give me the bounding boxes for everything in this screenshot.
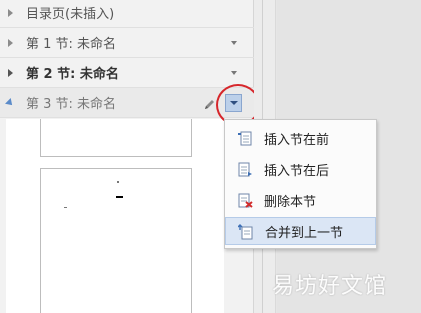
- thumbnail-mark: [117, 181, 119, 183]
- chevron-down-icon[interactable]: [230, 69, 238, 77]
- nav-row-label: 第 3 节: 未命名: [26, 97, 117, 112]
- thumbnail-mark: [116, 196, 123, 198]
- menu-item-insert-before[interactable]: 插入节在前: [225, 124, 376, 152]
- menu-item-merge-previous[interactable]: 合并到上一节: [225, 217, 376, 245]
- nav-row-label: 第 2 节: 未命名: [26, 67, 119, 82]
- delete-section-icon: [237, 192, 253, 208]
- page-thumbnail[interactable]: [40, 119, 192, 157]
- nav-row-label: 目录页(未插入): [26, 7, 115, 22]
- nav-row-section-1[interactable]: 第 1 节: 未命名: [0, 28, 254, 58]
- merge-previous-icon: [237, 224, 254, 240]
- insert-section-before-icon: [237, 130, 253, 146]
- page-thumbnail[interactable]: [40, 168, 192, 313]
- collapse-arrow-icon[interactable]: [5, 97, 15, 108]
- menu-item-label: 插入节在前: [264, 132, 330, 148]
- menu-item-label: 删除本节: [264, 194, 317, 210]
- section-context-menu: 插入节在前 插入节在后 删除本节 合并到上一节: [224, 119, 377, 249]
- expand-arrow-icon[interactable]: [6, 8, 14, 17]
- menu-item-label: 插入节在后: [264, 163, 330, 179]
- chevron-down-icon[interactable]: [230, 39, 238, 47]
- expand-arrow-icon[interactable]: [6, 68, 14, 77]
- pencil-icon[interactable]: [203, 96, 216, 109]
- nav-row-toc[interactable]: 目录页(未插入): [0, 0, 254, 28]
- expand-arrow-icon[interactable]: [6, 38, 14, 47]
- navigation-sidebar: 目录页(未插入) 第 1 节: 未命名 第 2 节: 未命名 第 3 节: 未命…: [0, 0, 254, 313]
- menu-item-delete-section[interactable]: 删除本节: [225, 186, 376, 214]
- menu-item-insert-after[interactable]: 插入节在后: [225, 155, 376, 183]
- insert-section-after-icon: [237, 161, 253, 177]
- menu-item-label: 合并到上一节: [265, 225, 344, 241]
- thumbnail-mark: [64, 207, 67, 208]
- watermark: 易坊好文馆: [272, 274, 388, 299]
- nav-row-label: 第 1 节: 未命名: [26, 37, 117, 52]
- nav-row-section-2[interactable]: 第 2 节: 未命名: [0, 58, 254, 88]
